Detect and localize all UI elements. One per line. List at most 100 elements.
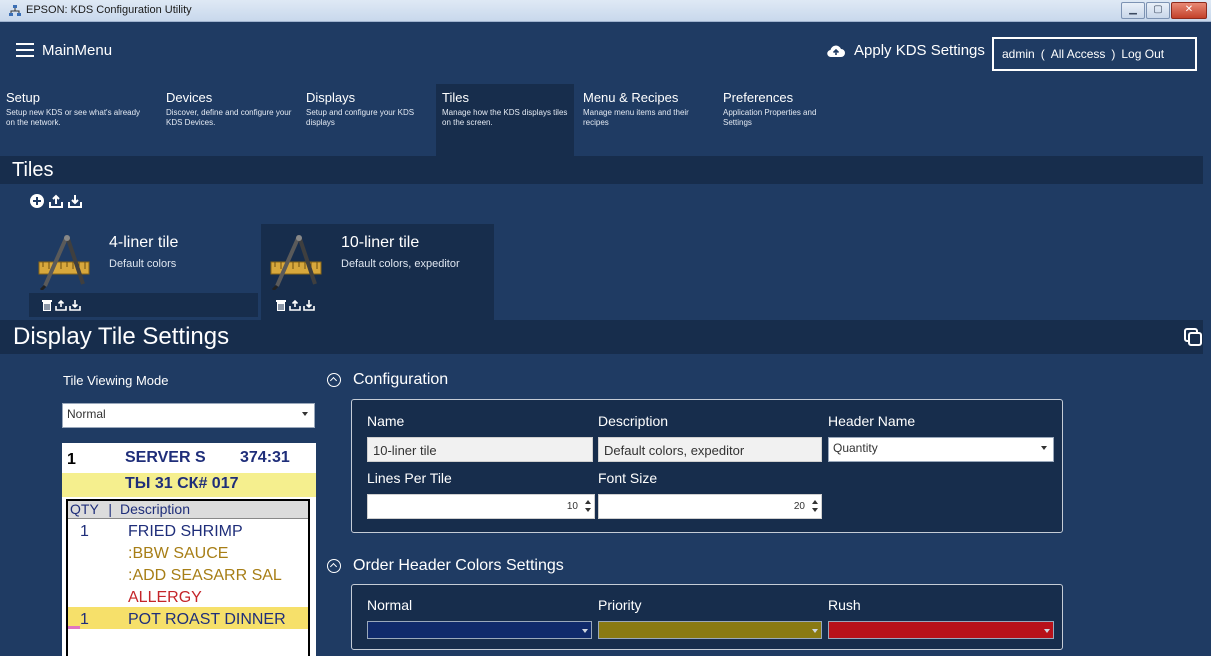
nav-setup-title: Setup: [6, 90, 40, 105]
network-app-icon: [9, 5, 21, 16]
configuration-section-toggle[interactable]: Configuration: [327, 371, 448, 389]
access-close-paren: ): [1111, 47, 1116, 61]
name-label: Name: [367, 413, 405, 429]
preview-items-table: QTY | Description 1 FRIED SHRIMP :BBW SA…: [66, 499, 310, 656]
preview-row-qty: 1: [80, 523, 89, 540]
rush-color-picker[interactable]: [828, 621, 1054, 639]
configuration-title: Configuration: [353, 371, 449, 388]
display-tile-settings-title: Display Tile Settings: [13, 323, 230, 350]
hamburger-menu-icon[interactable]: [16, 43, 34, 57]
preview-row-desc: :ADD SEASARR SAL: [128, 567, 282, 584]
name-value: 10-liner tile: [373, 443, 437, 458]
header-name-select[interactable]: Quantity: [828, 437, 1054, 462]
export-icon[interactable]: [55, 299, 67, 311]
lines-per-tile-stepper[interactable]: 10: [367, 494, 595, 519]
access-level: All Access: [1050, 47, 1106, 61]
copy-icon[interactable]: [1183, 327, 1203, 347]
preview-row-marker: [68, 626, 80, 629]
nav-preferences-title: Preferences: [723, 90, 794, 105]
tile-viewing-mode-select[interactable]: Normal: [62, 403, 315, 428]
nav-setup[interactable]: Setup Setup new KDS or see what's alread…: [0, 84, 160, 156]
font-size-value: 20: [793, 501, 805, 512]
tile-card-10-liner[interactable]: 10-liner tile Default colors, expeditor: [261, 224, 494, 320]
nav-menu-recipes[interactable]: Menu & Recipes Manage menu items and the…: [577, 84, 717, 156]
preview-col-desc: Description: [119, 501, 190, 517]
name-input[interactable]: 10-liner tile: [367, 437, 593, 462]
ruler-pencil-icon: [38, 235, 90, 290]
tiles-section-header: Tiles: [0, 156, 1211, 184]
nav-tiles[interactable]: Tiles Manage how the KDS displays tiles …: [436, 84, 574, 156]
nav-preferences-desc: Application Properties and Settings: [723, 108, 817, 127]
username: admin: [1002, 47, 1035, 61]
nav-displays[interactable]: Displays Setup and configure your KDS di…: [300, 84, 436, 156]
ruler-pencil-icon: [270, 235, 322, 290]
description-input[interactable]: Default colors, expeditor: [598, 437, 822, 462]
preview-row-desc: POT ROAST DINNER: [128, 611, 286, 628]
nav-menu-recipes-title: Menu & Recipes: [583, 90, 679, 105]
order-header-colors-toggle[interactable]: Order Header Colors Settings: [327, 557, 564, 575]
minimize-icon: ▁: [1129, 4, 1137, 15]
nav-preferences[interactable]: Preferences Application Properties and S…: [717, 84, 857, 156]
maximize-button[interactable]: ▢: [1146, 2, 1170, 19]
priority-color-picker[interactable]: [598, 621, 822, 639]
preview-row-qty: 1: [80, 611, 89, 628]
tile-viewing-mode-value: Normal: [67, 407, 106, 421]
tile-name: 10-liner tile: [341, 234, 420, 251]
main-menu-button[interactable]: MainMenu: [42, 42, 112, 59]
nav-displays-desc: Setup and configure your KDS displays: [306, 108, 415, 127]
import-icon[interactable]: [69, 299, 81, 311]
add-circle-icon[interactable]: [29, 193, 45, 209]
display-tile-settings-header: Display Tile Settings: [0, 320, 1211, 354]
import-icon[interactable]: [303, 299, 315, 311]
order-header-colors-panel: Normal Priority Rush: [351, 584, 1063, 650]
close-icon: ✕: [1184, 4, 1194, 15]
spinner-arrows-icon[interactable]: [811, 499, 819, 514]
font-size-stepper[interactable]: 20: [598, 494, 822, 519]
preview-header: 1 SERVER S 374:31: [62, 443, 316, 473]
nav-devices-desc: Discover, define and configure your KDS …: [166, 108, 292, 127]
window-titlebar[interactable]: EPSON: KDS Configuration Utility ▁ ▢ ✕: [0, 0, 1211, 22]
top-bar: MainMenu Apply KDS Settings admin ( All …: [0, 22, 1211, 84]
normal-color-picker[interactable]: [367, 621, 592, 639]
chevron-down-icon: [1041, 446, 1047, 450]
logout-link[interactable]: Log Out: [1121, 47, 1164, 61]
nav-devices[interactable]: Devices Discover, define and configure y…: [160, 84, 300, 156]
tile-viewing-mode-label: Tile Viewing Mode: [63, 373, 169, 388]
tile-name: 4-liner tile: [109, 234, 179, 251]
access-open-paren: (: [1040, 47, 1045, 61]
preview-time: 374:31: [240, 449, 290, 466]
priority-color-label: Priority: [598, 597, 642, 613]
preview-row-desc: FRIED SHRIMP: [128, 523, 243, 540]
nav-devices-title: Devices: [166, 90, 213, 105]
preview-row: :BBW SAUCE: [68, 541, 308, 563]
preview-table-header: QTY | Description: [68, 501, 308, 519]
export-icon[interactable]: [289, 299, 301, 311]
header-name-value: Quantity: [833, 441, 878, 455]
close-button[interactable]: ✕: [1171, 2, 1207, 19]
import-icon[interactable]: [67, 193, 83, 209]
user-box: admin ( All Access ) Log Out: [992, 37, 1197, 71]
preview-row-desc: ALLERGY: [128, 589, 202, 606]
minimize-button[interactable]: ▁: [1121, 2, 1145, 19]
configuration-panel: Name 10-liner tile Description Default c…: [351, 399, 1063, 533]
window-title: EPSON: KDS Configuration Utility: [26, 4, 192, 16]
export-icon[interactable]: [48, 193, 64, 209]
spinner-arrows-icon[interactable]: [584, 499, 592, 514]
lines-per-tile-value: 10: [566, 501, 578, 512]
trash-icon[interactable]: [41, 299, 53, 311]
cloud-upload-icon: [827, 45, 845, 57]
apply-kds-settings-button[interactable]: Apply KDS Settings: [826, 42, 985, 59]
trash-icon[interactable]: [275, 299, 287, 311]
lines-per-tile-label: Lines Per Tile: [367, 470, 452, 486]
rush-color-label: Rush: [828, 597, 861, 613]
preview-subheader: ТЫ 31 СК# 017: [62, 473, 316, 497]
description-label: Description: [598, 413, 669, 429]
normal-color-label: Normal: [367, 597, 413, 613]
font-size-label: Font Size: [598, 470, 658, 486]
app-window: EPSON: KDS Configuration Utility ▁ ▢ ✕ M…: [0, 0, 1211, 656]
tile-card-4-liner[interactable]: 4-liner tile Default colors: [29, 224, 258, 320]
collapse-up-icon: [327, 373, 341, 387]
tiles-toolbar: [29, 193, 83, 209]
header-name-label: Header Name: [828, 413, 916, 429]
tile-actions: [29, 293, 258, 317]
